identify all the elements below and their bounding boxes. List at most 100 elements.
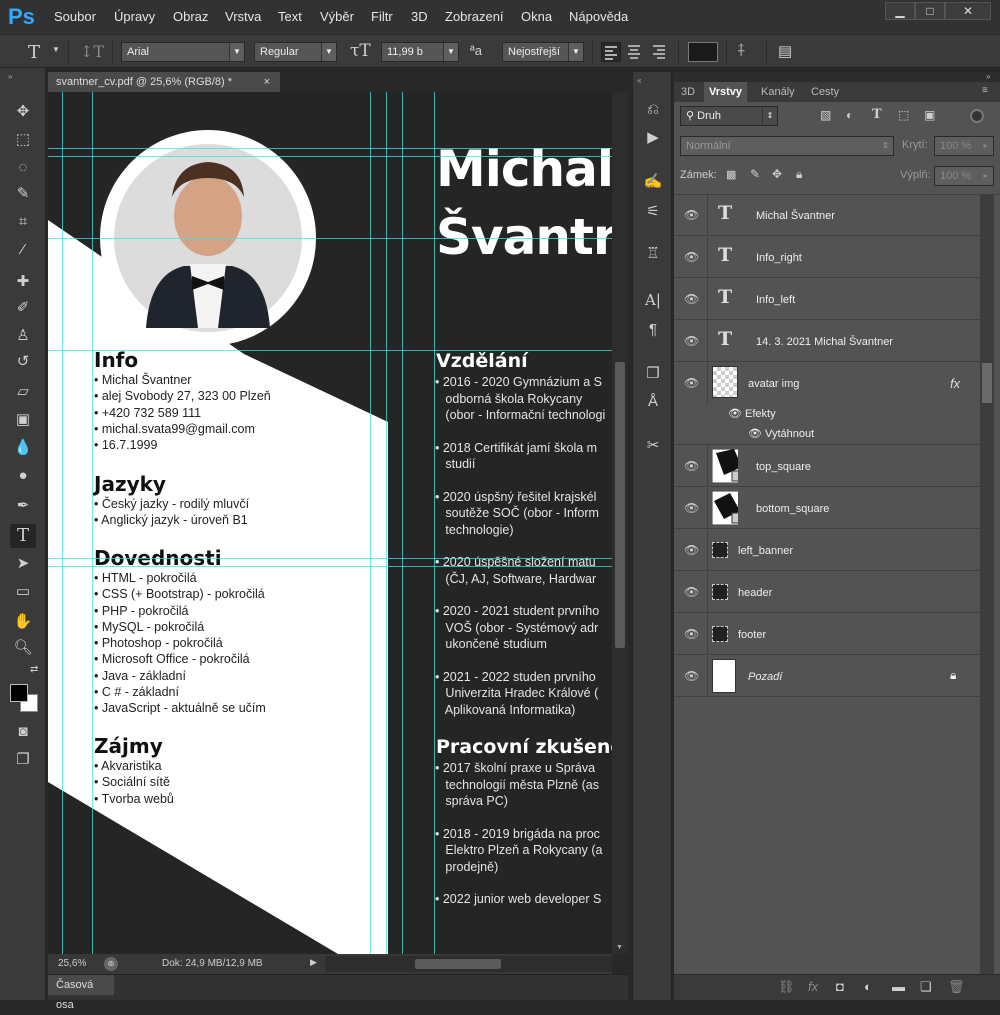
layer-filter-select[interactable]: ⚲ Druh ⇕ <box>680 106 778 126</box>
timeline-tab[interactable]: Časová osa <box>48 975 114 1011</box>
tab-3d[interactable]: 3D <box>676 82 700 102</box>
adjustment-layer-icon[interactable]: ◐ <box>864 979 872 994</box>
layers-scroll-thumb[interactable] <box>982 363 992 403</box>
visibility-eye-icon[interactable]: 👁︎ <box>684 585 699 599</box>
fx-badge[interactable]: fx <box>950 376 960 391</box>
horizontal-scroll-thumb[interactable] <box>415 959 501 969</box>
type-tool-preset-icon[interactable]: T <box>28 42 40 63</box>
collapse-icon[interactable]: » <box>986 72 990 81</box>
new-layer-icon[interactable]: ❏ <box>920 979 932 995</box>
filter-pixel-icon[interactable]: ▧ <box>820 108 831 122</box>
visibility-eye-icon[interactable]: 👁︎ <box>684 459 699 473</box>
blur-tool-icon[interactable]: 💧 <box>10 436 36 460</box>
fx-icon[interactable]: fx <box>808 979 818 994</box>
paragraph-styles-icon[interactable]: Å <box>641 390 665 414</box>
clone-source-icon[interactable]: ♖ <box>641 242 665 266</box>
actions-panel-icon[interactable]: ▶ <box>641 126 665 150</box>
pen-tool-icon[interactable]: ✒ <box>10 494 36 518</box>
text-color-swatch[interactable] <box>688 42 718 62</box>
menu-napoveda[interactable]: Nápověda <box>569 9 628 24</box>
collapse-icon[interactable]: » <box>8 72 12 81</box>
close-window-button[interactable]: ✕ <box>945 2 991 20</box>
filter-type-icon[interactable]: T <box>872 107 882 122</box>
layer-row[interactable]: 👁︎ footer <box>674 614 980 655</box>
eraser-tool-icon[interactable]: ▱ <box>10 380 36 404</box>
link-layers-icon[interactable]: ⛓ <box>778 979 795 995</box>
warp-text-icon[interactable]: ⤉ <box>734 41 748 61</box>
status-menu-arrow-icon[interactable]: ▶ <box>310 957 317 968</box>
vertical-scroll-thumb[interactable] <box>615 362 625 648</box>
visibility-eye-icon[interactable]: 👁︎ <box>684 543 699 557</box>
zoom-tool-icon[interactable]: 🔍︎ <box>10 636 36 660</box>
tab-kanaly[interactable]: Kanály <box>756 82 800 102</box>
document-canvas[interactable]: Michal Švantr Info • Michal Švantner • al… <box>48 92 612 954</box>
visibility-eye-icon[interactable]: 👁︎ <box>684 334 699 348</box>
add-mask-icon[interactable]: ◘ <box>836 979 844 994</box>
filter-adjustment-icon[interactable]: ◐ <box>846 108 853 122</box>
visibility-eye-icon[interactable]: 👁︎ <box>684 627 699 641</box>
layers-scrollbar[interactable] <box>980 195 994 974</box>
swap-colors-icon[interactable]: ⇄ <box>30 664 38 675</box>
effect-eye-icon[interactable]: 👁︎ <box>748 428 765 440</box>
chevron-down-icon[interactable]: ▼ <box>52 45 60 54</box>
maximize-button[interactable]: □ <box>915 2 945 20</box>
vertical-scrollbar[interactable]: ▼ <box>612 92 628 954</box>
menu-soubor[interactable]: Soubor <box>54 9 96 24</box>
marquee-tool-icon[interactable]: ⬚ <box>10 128 36 152</box>
crop-tool-icon[interactable]: ⌗ <box>10 210 36 234</box>
layer-row[interactable]: 👁︎ bottom_square <box>674 488 980 529</box>
visibility-eye-icon[interactable]: 👁︎ <box>684 292 699 306</box>
clone-stamp-tool-icon[interactable]: ♙ <box>10 324 36 348</box>
lock-all-icon[interactable]: 🔒︎ <box>796 167 802 182</box>
healing-brush-tool-icon[interactable]: ✚ <box>10 270 36 294</box>
zoom-level[interactable]: 25,6% <box>58 958 86 969</box>
visibility-eye-icon[interactable]: 👁︎ <box>684 250 699 264</box>
align-center-button[interactable] <box>625 42 645 62</box>
type-tool-icon[interactable]: T <box>10 524 36 548</box>
layer-row[interactable]: 👁︎ left_banner <box>674 530 980 571</box>
lock-position-icon[interactable]: ✥ <box>772 167 782 181</box>
tools-icon[interactable]: ✂ <box>641 434 665 458</box>
blend-mode-select[interactable]: Normální ⇕ <box>680 136 894 156</box>
menu-zobrazeni[interactable]: Zobrazení <box>445 9 504 24</box>
filter-shape-icon[interactable]: ⬚ <box>898 108 909 122</box>
brush-tool-icon[interactable]: ✐ <box>10 296 36 320</box>
menu-vrstva[interactable]: Vrstva <box>225 9 261 24</box>
menu-obraz[interactable]: Obraz <box>173 9 208 24</box>
text-orientation-icon[interactable]: ↕T <box>80 42 104 61</box>
font-style-select[interactable]: Regular ▼ <box>254 42 337 62</box>
menu-upravy[interactable]: Úpravy <box>114 9 155 24</box>
layer-row[interactable]: 👁︎ T Info_right <box>674 237 980 278</box>
align-right-button[interactable] <box>650 42 670 62</box>
layer-row[interactable]: 👁︎ T Info_left <box>674 279 980 320</box>
character-panel-icon[interactable]: A| <box>641 288 665 312</box>
tab-cesty[interactable]: Cesty <box>806 82 844 102</box>
menu-text[interactable]: Text <box>278 9 302 24</box>
lock-transparent-icon[interactable]: ▩ <box>726 168 736 181</box>
history-brush-tool-icon[interactable]: ↺ <box>10 350 36 374</box>
visibility-eye-icon[interactable]: 👁︎ <box>684 208 699 222</box>
minimize-button[interactable]: ▁ <box>885 2 915 20</box>
brush-presets-icon[interactable]: ⚟ <box>641 200 665 224</box>
filter-smart-object-icon[interactable]: ▣ <box>924 108 935 122</box>
gradient-tool-icon[interactable]: ▣ <box>10 408 36 432</box>
effect-stroke[interactable]: 👁︎ Vytáhnout <box>748 427 814 440</box>
align-left-button[interactable] <box>601 42 621 62</box>
quick-selection-tool-icon[interactable]: ✎ <box>10 182 36 206</box>
menu-filtr[interactable]: Filtr <box>371 9 393 24</box>
visibility-eye-icon[interactable]: 👁︎ <box>684 669 699 683</box>
font-family-select[interactable]: Arial ▼ <box>121 42 245 62</box>
visibility-eye-icon[interactable]: 👁︎ <box>684 376 699 390</box>
lasso-tool-icon[interactable]: ◌ <box>10 156 36 180</box>
fill-input[interactable]: 100 % ▸ <box>934 166 994 186</box>
move-tool-icon[interactable]: ✥ <box>10 100 36 124</box>
new-group-icon[interactable]: ▬ <box>892 979 905 994</box>
quick-mask-icon[interactable]: ◙ <box>10 720 36 744</box>
layer-row[interactable]: 👁︎ top_square <box>674 446 980 487</box>
horizontal-scrollbar[interactable] <box>325 956 612 972</box>
document-tab[interactable]: svantner_cv.pdf @ 25,6% (RGB/8) * × <box>48 72 280 92</box>
path-selection-tool-icon[interactable]: ➤ <box>10 552 36 576</box>
layer-row[interactable]: 👁︎ Pozadí 🔒︎ <box>674 656 980 697</box>
history-panel-icon[interactable]: ⎌ <box>641 98 665 122</box>
menu-3d[interactable]: 3D <box>411 9 428 24</box>
